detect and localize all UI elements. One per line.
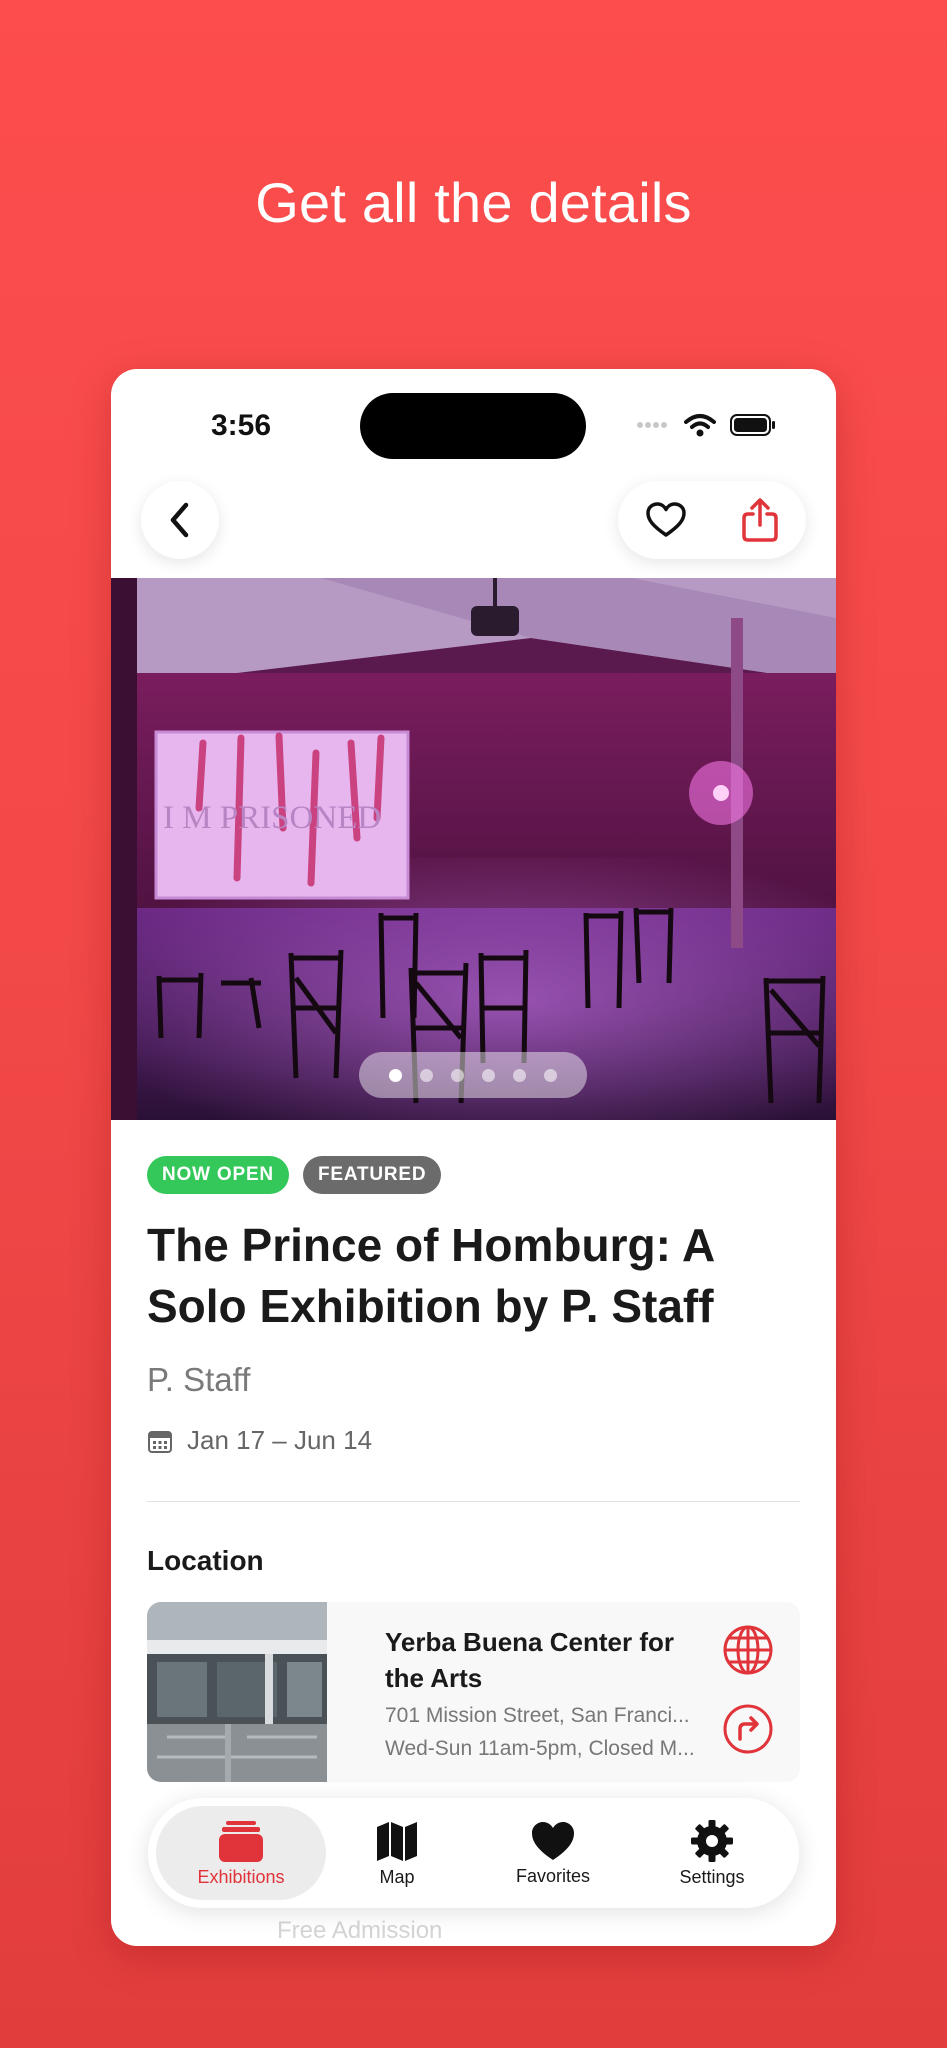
phone-screen: 3:56 I M PRISONED NOW OPEN FEATURED The … (111, 369, 836, 1946)
now-open-badge: NOW OPEN (147, 1156, 289, 1194)
wifi-icon (684, 414, 716, 437)
heart-icon (532, 1821, 574, 1860)
tab-map[interactable]: Map (334, 1806, 460, 1900)
page-dot[interactable] (389, 1068, 402, 1082)
tab-favorites[interactable]: Favorites (478, 1806, 628, 1900)
page-dot[interactable] (544, 1068, 557, 1082)
tab-exhibitions[interactable]: Exhibitions (156, 1806, 326, 1900)
page-dot[interactable] (513, 1068, 526, 1082)
hero-screen-text: I M PRISONED (163, 800, 381, 836)
venue-hours: Wed-Sun 11am-5pm, Closed M... (385, 1737, 695, 1760)
directions-icon[interactable] (722, 1703, 774, 1755)
artist-name[interactable]: P. Staff (147, 1361, 250, 1399)
status-time: 3:56 (211, 409, 272, 442)
exhibition-title: The Prince of Homburg: A Solo Exhibition… (147, 1219, 714, 1332)
status-badges: NOW OPEN FEATURED (147, 1156, 442, 1194)
venue-address: 701 Mission Street, San Franci... (385, 1704, 690, 1727)
favorite-heart-icon[interactable] (645, 501, 687, 539)
gallery-room-illustration: I M PRISONED (111, 578, 836, 1120)
tab-label: Settings (679, 1866, 745, 1887)
back-button[interactable] (141, 481, 219, 559)
tab-bar: Exhibitions Map Favorites Settings (148, 1798, 799, 1908)
website-globe-icon[interactable] (722, 1624, 774, 1676)
page-dot[interactable] (451, 1068, 464, 1082)
location-card[interactable]: Yerba Buena Center for the Arts 701 Miss… (147, 1602, 800, 1782)
battery-icon (730, 414, 775, 436)
calendar-icon (148, 1430, 172, 1453)
section-divider (147, 1501, 800, 1502)
headline: Get all the details (255, 171, 692, 234)
exhibition-photo[interactable]: I M PRISONED (111, 578, 836, 1120)
dynamic-island (360, 393, 586, 459)
featured-badge: FEATURED (302, 1156, 442, 1194)
gear-icon (691, 1819, 733, 1862)
exhibition-dates: Jan 17 – Jun 14 (147, 1425, 372, 1456)
date-range-text: Jan 17 – Jun 14 (187, 1425, 373, 1455)
exhibitions-stack-icon (219, 1820, 263, 1862)
free-admission-text: Free Admission (277, 1917, 443, 1944)
chevron-left-icon (170, 502, 189, 538)
tab-label: Favorites (515, 1865, 591, 1886)
venue-name: Yerba Buena Center for the Arts (385, 1627, 674, 1693)
cellular-signal-icon (637, 422, 667, 428)
tab-settings[interactable]: Settings (642, 1806, 782, 1900)
tab-label: Exhibitions (197, 1866, 285, 1887)
page-dot[interactable] (482, 1068, 495, 1082)
share-icon[interactable] (740, 497, 780, 543)
tab-label: Map (379, 1866, 415, 1887)
actions-pill (618, 481, 806, 559)
map-icon (377, 1821, 417, 1861)
status-icons (636, 413, 776, 437)
location-section-title: Location (147, 1545, 264, 1576)
page-dot[interactable] (420, 1068, 433, 1082)
venue-photo (147, 1602, 327, 1782)
image-page-indicator[interactable] (359, 1052, 587, 1098)
